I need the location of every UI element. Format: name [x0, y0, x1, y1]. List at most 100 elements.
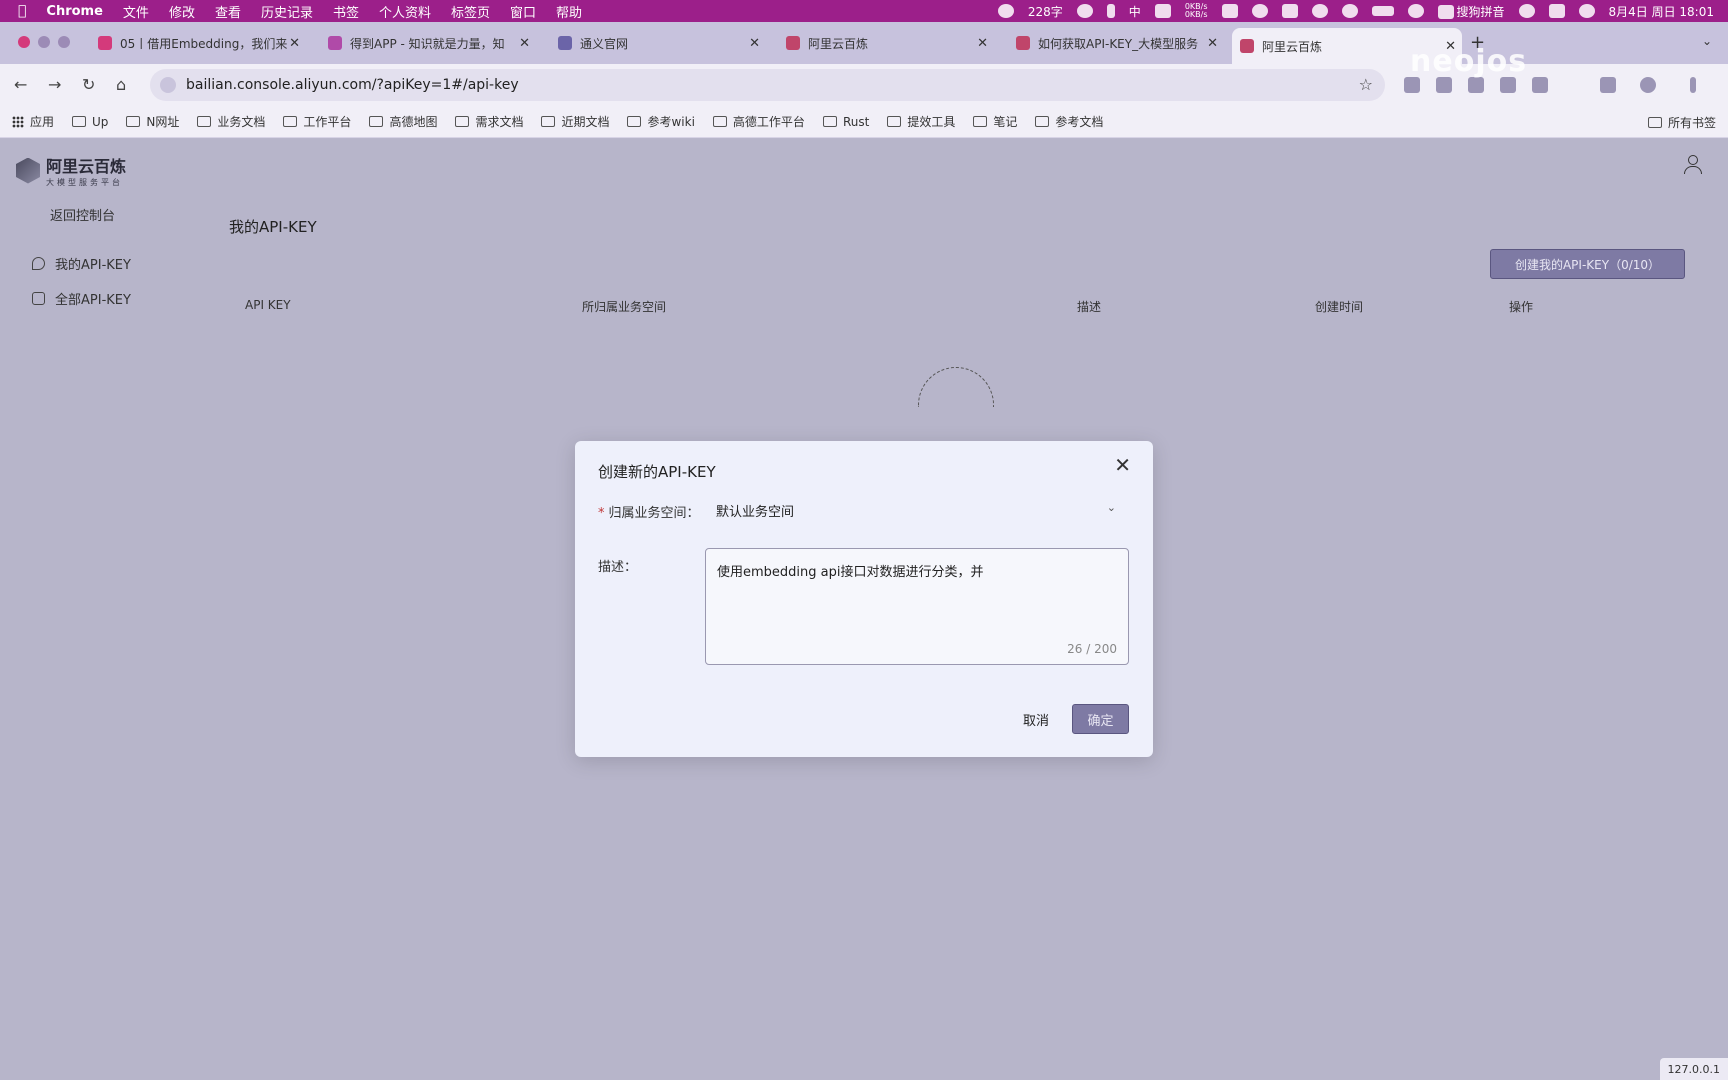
close-icon[interactable]: ✕ — [977, 36, 988, 51]
folder-icon — [1035, 116, 1050, 127]
bookmark-folder[interactable]: 参考wiki — [627, 113, 695, 130]
zoom-window-button[interactable] — [58, 36, 70, 48]
bookmark-apps[interactable]: 应用 — [12, 113, 54, 130]
close-window-button[interactable] — [18, 36, 30, 48]
menu-window[interactable]: 窗口 — [510, 2, 536, 21]
extension-icon[interactable] — [1404, 77, 1420, 93]
dialog-title: 创建新的API-KEY — [598, 463, 716, 481]
minimize-window-button[interactable] — [38, 36, 50, 48]
description-textarea[interactable]: 使用embedding api接口对数据进行分类，并 26 / 200 — [705, 548, 1129, 665]
extension-icon[interactable] — [1468, 77, 1484, 93]
logo-name: 阿里云百炼 — [46, 157, 127, 176]
bookmark-folder[interactable]: 近期文档 — [541, 113, 609, 130]
tab-favicon — [558, 36, 572, 50]
bookmark-folder[interactable]: 笔记 — [973, 113, 1017, 130]
image-icon[interactable] — [1281, 4, 1298, 18]
bailian-logo[interactable]: 阿里云百炼 大模型服务平台 — [16, 153, 126, 188]
site-info-icon[interactable] — [160, 77, 176, 93]
tab-search-icon[interactable]: ⌄ — [1702, 34, 1712, 48]
close-icon[interactable]: ✕ — [519, 36, 530, 51]
url-text[interactable]: bailian.console.aliyun.com/?apiKey=1#/ap… — [186, 77, 519, 93]
bookmark-folder[interactable]: 高德工作平台 — [712, 113, 805, 130]
user-icon[interactable] — [1684, 155, 1702, 175]
cancel-button[interactable]: 取消 — [1010, 704, 1062, 734]
tab-4[interactable]: 阿里云百炼 ✕ — [778, 28, 994, 58]
extensions-puzzle-icon[interactable] — [1600, 77, 1616, 93]
control-center-icon[interactable] — [1548, 4, 1565, 18]
close-icon[interactable]: ✕ — [749, 36, 760, 51]
tab-title: 通义官网 — [580, 36, 629, 51]
tab-favicon — [328, 36, 342, 50]
apple-icon[interactable]:  — [18, 3, 26, 19]
input-method[interactable]: 搜狗拼音 — [1437, 3, 1505, 20]
extension-icon[interactable] — [1532, 77, 1548, 93]
close-icon[interactable]: ✕ — [1114, 455, 1131, 475]
menu-tab[interactable]: 标签页 — [451, 2, 490, 21]
menu-file[interactable]: 文件 — [123, 2, 149, 21]
tab-3[interactable]: 通义官网 ✕ — [550, 28, 766, 58]
bookmark-folder[interactable]: Up — [72, 115, 108, 129]
datetime[interactable]: 8月4日 周日 18:01 — [1609, 3, 1714, 20]
folder-icon — [369, 116, 384, 127]
all-bookmarks[interactable]: 所有书签 — [1647, 114, 1716, 131]
menu-profiles[interactable]: 个人资料 — [379, 2, 431, 21]
clock-icon[interactable] — [1341, 4, 1358, 18]
sidebar-item-my-api-key[interactable]: 我的API-KEY — [32, 254, 131, 273]
browser-menu-icon[interactable] — [1690, 77, 1696, 93]
record-icon[interactable] — [997, 4, 1014, 18]
character-counter: 26 / 200 — [1067, 642, 1117, 656]
emoji-icon[interactable] — [1076, 4, 1093, 18]
reload-icon[interactable]: ↻ — [82, 75, 95, 94]
tab-5[interactable]: 如何获取API-KEY_大模型服务 ✕ — [1008, 28, 1224, 58]
bookmark-folder[interactable]: 工作平台 — [283, 113, 351, 130]
folder-icon — [126, 116, 141, 127]
folder-icon — [72, 116, 87, 127]
home-icon[interactable]: ⌂ — [116, 75, 126, 94]
bookmark-folder[interactable]: 参考文档 — [1035, 113, 1103, 130]
sync-icon[interactable] — [1311, 4, 1328, 18]
input-char[interactable]: 中 — [1129, 3, 1141, 20]
macos-menubar:  Chrome 文件 修改 查看 历史记录 书签 个人资料 标签页 窗口 帮助… — [0, 0, 1728, 22]
menu-app-name[interactable]: Chrome — [46, 4, 103, 19]
bookmark-folder[interactable]: N网址 — [126, 113, 179, 130]
folder-icon — [887, 116, 902, 127]
back-arrow-icon[interactable]: ← — [14, 75, 27, 94]
extension-icon[interactable] — [1500, 77, 1516, 93]
battery-icon[interactable] — [1371, 6, 1394, 16]
workspace-select[interactable]: 默认业务空间 ⌄ — [706, 495, 1126, 525]
menu-edit[interactable]: 修改 — [169, 2, 195, 21]
siri-icon[interactable] — [1578, 4, 1595, 18]
confirm-button[interactable]: 确定 — [1072, 704, 1129, 734]
bookmark-folder[interactable]: 高德地图 — [369, 113, 437, 130]
forward-arrow-icon[interactable]: → — [48, 75, 61, 94]
bailian-logo-icon — [16, 157, 40, 184]
cat-icon[interactable] — [1154, 4, 1171, 18]
vpn-icon[interactable] — [1221, 4, 1238, 18]
sidebar-item-all-api-key[interactable]: 全部API-KEY — [32, 289, 131, 308]
menu-help[interactable]: 帮助 — [556, 2, 582, 21]
wifi-icon[interactable] — [1407, 4, 1424, 18]
bookmark-folder[interactable]: 业务文档 — [197, 113, 265, 130]
tab-title: 得到APP - 知识就是力量，知 — [350, 36, 505, 51]
tab-1[interactable]: 05丨借用Embedding，我们来 ✕ — [90, 28, 306, 58]
folder-icon — [822, 116, 837, 127]
create-api-key-button[interactable]: 创建我的API-KEY（0/10） — [1490, 249, 1685, 279]
close-icon[interactable]: ✕ — [289, 36, 300, 51]
close-icon[interactable]: ✕ — [1207, 36, 1218, 51]
spotlight-search-icon[interactable] — [1518, 4, 1535, 18]
bookmarks-bar: 应用 Up N网址 业务文档 工作平台 高德地图 需求文档 近期文档 参考wik… — [0, 106, 1728, 138]
menu-bookmarks[interactable]: 书签 — [333, 2, 359, 21]
extension-icon[interactable] — [1436, 77, 1452, 93]
wechat-icon[interactable] — [1251, 4, 1268, 18]
bookmark-star-icon[interactable]: ☆ — [1359, 75, 1373, 94]
menu-history[interactable]: 历史记录 — [261, 2, 313, 21]
microphone-icon[interactable] — [1106, 4, 1115, 18]
menu-view[interactable]: 查看 — [215, 2, 241, 21]
tab-2[interactable]: 得到APP - 知识就是力量，知 ✕ — [320, 28, 536, 58]
bookmark-folder[interactable]: 需求文档 — [455, 113, 523, 130]
back-to-console-link[interactable]: 返回控制台 — [50, 205, 115, 224]
bookmark-folder[interactable]: Rust — [822, 115, 869, 129]
address-bar[interactable]: bailian.console.aliyun.com/?apiKey=1#/ap… — [150, 69, 1385, 101]
bookmark-folder[interactable]: 提效工具 — [887, 113, 955, 130]
profile-avatar[interactable] — [1640, 77, 1656, 93]
